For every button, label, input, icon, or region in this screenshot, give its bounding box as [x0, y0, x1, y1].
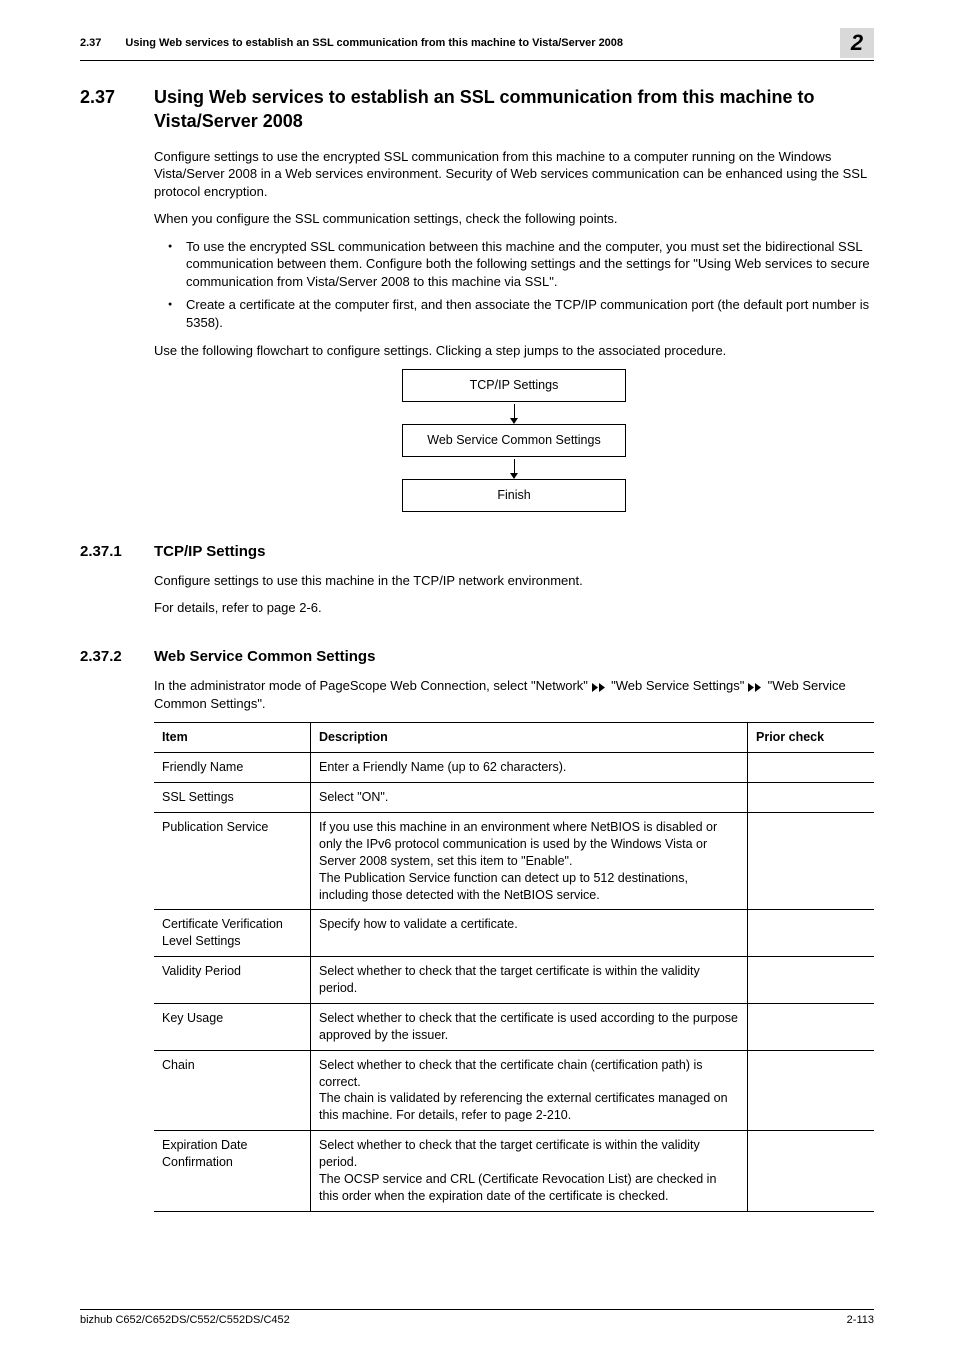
page-footer: bizhub C652/C652DS/C552/C552DS/C452 2-11… — [80, 1309, 874, 1328]
cell-description: Select "ON". — [311, 783, 748, 813]
cell-description: If you use this machine in an environmen… — [311, 813, 748, 910]
cell-prior-check — [748, 753, 875, 783]
cell-prior-check — [748, 957, 875, 1004]
table-row: Validity PeriodSelect whether to check t… — [154, 957, 874, 1004]
text-fragment: "Web Service Settings" — [611, 678, 748, 693]
page-header: 2.37 Using Web services to establish an … — [80, 28, 874, 61]
table-row: Friendly NameEnter a Friendly Name (up t… — [154, 753, 874, 783]
cell-description: Select whether to check that the target … — [311, 957, 748, 1004]
flow-step-finish: Finish — [402, 479, 626, 512]
cell-description: Select whether to check that the certifi… — [311, 1050, 748, 1131]
col-header-item: Item — [154, 723, 311, 753]
flowchart: TCP/IP Settings Web Service Common Setti… — [154, 369, 874, 512]
flow-step-web-service[interactable]: Web Service Common Settings — [402, 424, 626, 457]
intro-bullet: Create a certificate at the computer fir… — [168, 296, 874, 331]
table-row: Expiration Date ConfirmationSelect wheth… — [154, 1131, 874, 1212]
intro-paragraph: When you configure the SSL communication… — [154, 210, 874, 228]
col-header-description: Description — [311, 723, 748, 753]
header-section-no: 2.37 — [80, 36, 101, 51]
section-number: 2.37 — [80, 85, 128, 134]
subsection-title: TCP/IP Settings — [154, 542, 265, 562]
breadcrumb-arrow-icon — [592, 683, 608, 692]
subsection-heading: 2.37.2 Web Service Common Settings — [80, 647, 874, 667]
header-running-title: Using Web services to establish an SSL c… — [125, 36, 623, 51]
cell-item: SSL Settings — [154, 783, 311, 813]
body-paragraph: For details, refer to page 2-6. — [154, 599, 874, 617]
cell-prior-check — [748, 910, 875, 957]
subsection-title: Web Service Common Settings — [154, 647, 375, 667]
table-row: Certificate Verification Level SettingsS… — [154, 910, 874, 957]
table-row: SSL SettingsSelect "ON". — [154, 783, 874, 813]
table-header-row: Item Description Prior check — [154, 723, 874, 753]
body-paragraph: In the administrator mode of PageScope W… — [154, 677, 874, 712]
table-row: ChainSelect whether to check that the ce… — [154, 1050, 874, 1131]
flow-arrow-icon — [409, 457, 619, 479]
col-header-prior: Prior check — [748, 723, 875, 753]
breadcrumb-arrow-icon — [748, 683, 764, 692]
cell-item: Expiration Date Confirmation — [154, 1131, 311, 1212]
flow-step-tcpip[interactable]: TCP/IP Settings — [402, 369, 626, 402]
cell-prior-check — [748, 1003, 875, 1050]
intro-paragraph: Configure settings to use the encrypted … — [154, 148, 874, 201]
cell-description: Enter a Friendly Name (up to 62 characte… — [311, 753, 748, 783]
intro-bullet-list: To use the encrypted SSL communication b… — [154, 238, 874, 332]
cell-item: Publication Service — [154, 813, 311, 910]
section-title: Using Web services to establish an SSL c… — [154, 85, 874, 134]
subsection-heading: 2.37.1 TCP/IP Settings — [80, 542, 874, 562]
body-paragraph: Configure settings to use this machine i… — [154, 572, 874, 590]
subsection-number: 2.37.2 — [80, 647, 128, 667]
footer-page-number: 2-113 — [847, 1313, 874, 1328]
cell-item: Friendly Name — [154, 753, 311, 783]
cell-item: Certificate Verification Level Settings — [154, 910, 311, 957]
cell-description: Select whether to check that the certifi… — [311, 1003, 748, 1050]
intro-paragraph: Use the following flowchart to configure… — [154, 342, 874, 360]
cell-prior-check — [748, 813, 875, 910]
flow-arrow-icon — [409, 402, 619, 424]
cell-description: Specify how to validate a certificate. — [311, 910, 748, 957]
cell-description: Select whether to check that the target … — [311, 1131, 748, 1212]
table-row: Key UsageSelect whether to check that th… — [154, 1003, 874, 1050]
subsection-number: 2.37.1 — [80, 542, 128, 562]
table-row: Publication ServiceIf you use this machi… — [154, 813, 874, 910]
section-heading: 2.37 Using Web services to establish an … — [80, 85, 874, 134]
cell-prior-check — [748, 1131, 875, 1212]
cell-item: Key Usage — [154, 1003, 311, 1050]
cell-prior-check — [748, 783, 875, 813]
text-fragment: In the administrator mode of PageScope W… — [154, 678, 592, 693]
chapter-badge: 2 — [840, 28, 874, 58]
cell-item: Chain — [154, 1050, 311, 1131]
cell-prior-check — [748, 1050, 875, 1131]
cell-item: Validity Period — [154, 957, 311, 1004]
settings-table: Item Description Prior check Friendly Na… — [154, 722, 874, 1211]
footer-model: bizhub C652/C652DS/C552/C552DS/C452 — [80, 1313, 290, 1328]
intro-bullet: To use the encrypted SSL communication b… — [168, 238, 874, 291]
